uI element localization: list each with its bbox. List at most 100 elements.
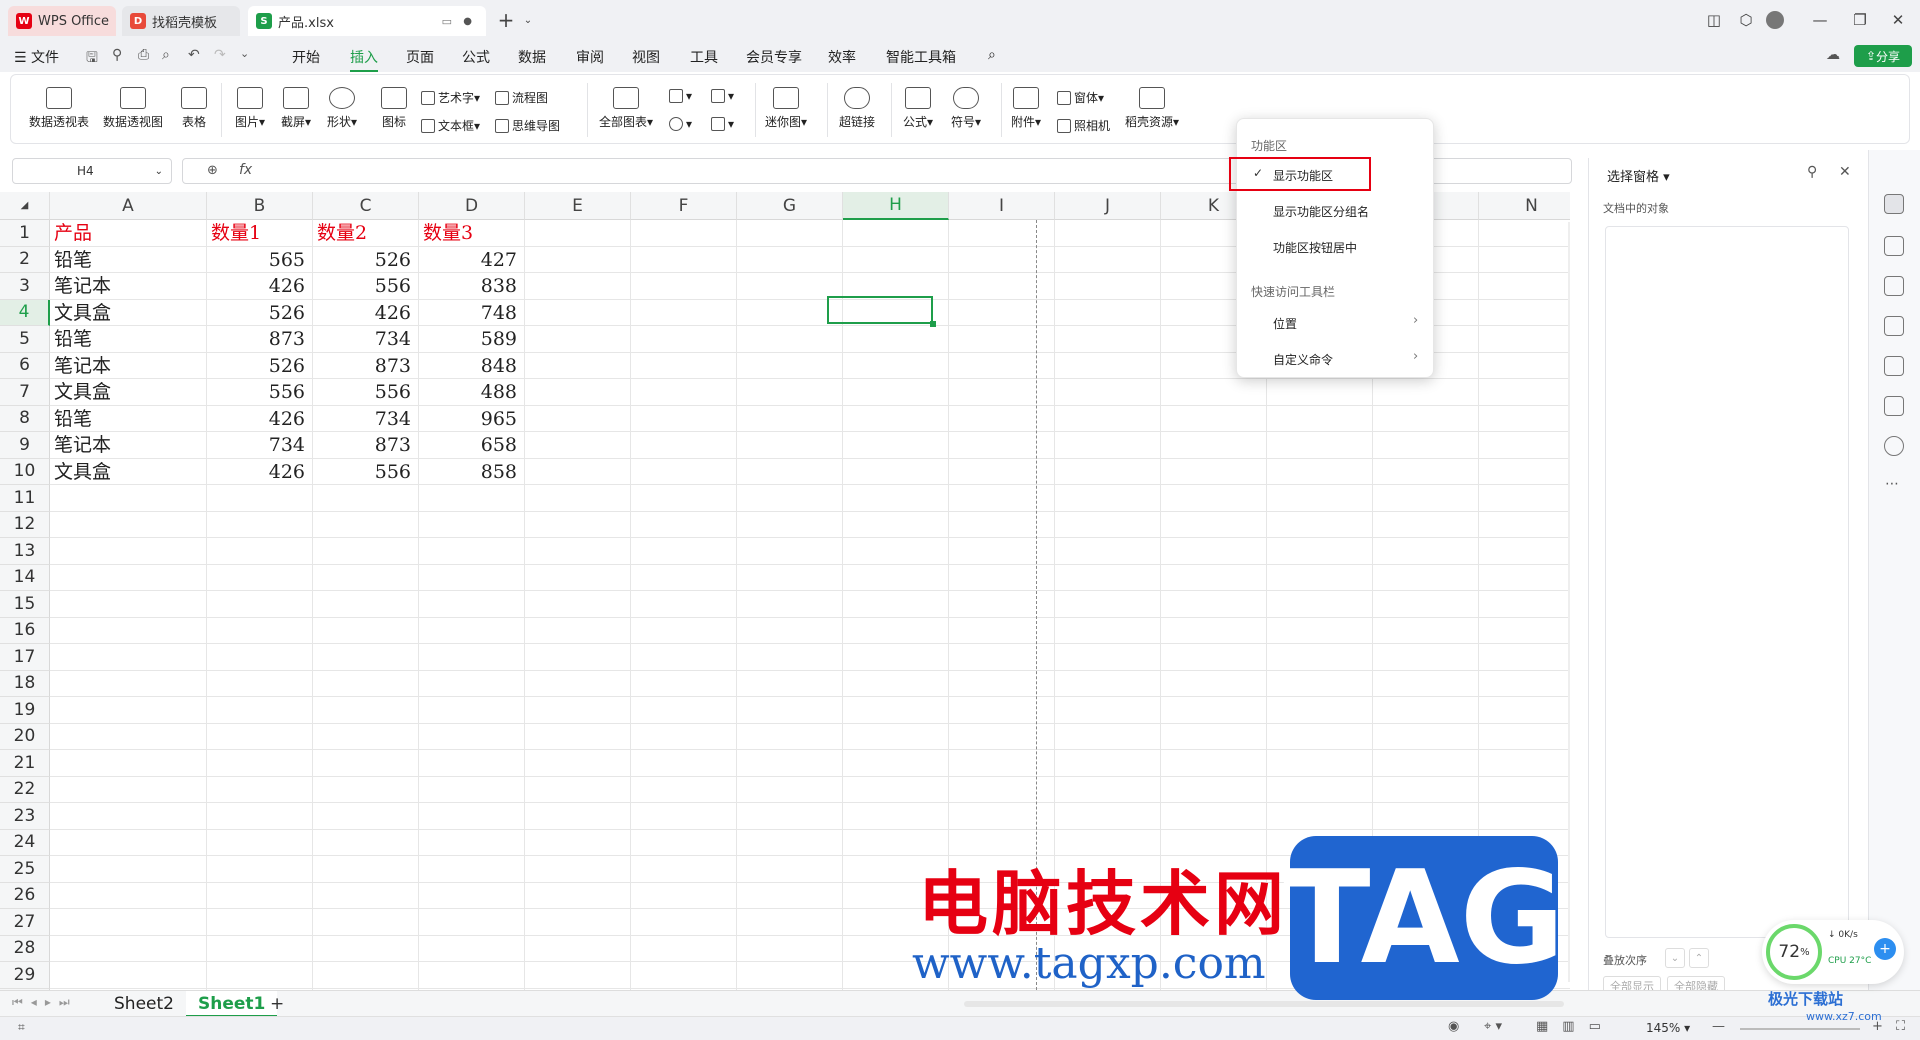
cell-b1[interactable]: 数量1 [211,220,311,246]
print-preview-icon[interactable]: ⌕ [162,47,170,63]
pane-title[interactable]: 选择窗格 ▾ [1607,166,1670,185]
row-header-27[interactable]: 27 [0,909,50,936]
row-header-14[interactable]: 14 [0,564,50,591]
pin-icon[interactable]: ⚲ [1807,164,1817,180]
row-header-22[interactable]: 22 [0,776,50,803]
row-header-12[interactable]: 12 [0,511,50,538]
cell-c2[interactable]: 526 [317,247,417,273]
scatter-chart-button[interactable]: ▾ [711,117,734,131]
table-button[interactable]: 表格 [181,87,207,130]
picture-button[interactable]: 图片▾ [235,87,265,130]
cell-d6[interactable]: 848 [423,353,523,379]
column-header-e[interactable]: E [525,192,631,220]
cell-b5[interactable]: 873 [211,326,311,352]
row-header-25[interactable]: 25 [0,856,50,883]
column-header-f[interactable]: F [631,192,737,220]
menu-review[interactable]: 审阅 [576,47,604,67]
print-icon[interactable]: ⎙ [138,47,149,63]
all-charts-button[interactable]: 全部图表▾ [599,87,653,130]
menu-formula[interactable]: 公式 [462,47,490,67]
row-header-23[interactable]: 23 [0,803,50,830]
cell-c7[interactable]: 556 [317,379,417,405]
move-up-button[interactable]: ⌃ [1689,948,1709,968]
cell-d3[interactable]: 838 [423,273,523,299]
cell-a3[interactable]: 笔记本 [54,273,205,299]
column-header-i[interactable]: I [949,192,1055,220]
row-header-28[interactable]: 28 [0,935,50,962]
row-header-5[interactable]: 5 [0,326,50,353]
search-icon[interactable]: ⌕ [988,47,996,63]
link-icon[interactable]: ⚲ [112,47,122,63]
fill-handle[interactable] [930,321,936,327]
cell-a8[interactable]: 铅笔 [54,406,205,432]
column-header-j[interactable]: J [1055,192,1161,220]
name-box[interactable]: H4 ⌄ [12,158,172,184]
menu-smart-toolbox[interactable]: 智能工具箱 [886,47,956,67]
icon-library-button[interactable]: 图标 [381,87,407,130]
sparkline-button[interactable]: 迷你图▾ [765,87,807,130]
row-header-1[interactable]: 1 [0,220,50,247]
cell-c1[interactable]: 数量2 [317,220,417,246]
fx-icon[interactable]: fx [239,162,252,178]
help-icon[interactable] [1884,436,1904,456]
cell-b6[interactable]: 526 [211,353,311,379]
chevron-down-icon[interactable]: ⌄ [155,166,163,177]
menu-insert[interactable]: 插入 [350,47,378,72]
row-header-11[interactable]: 11 [0,485,50,512]
cell-d7[interactable]: 488 [423,379,523,405]
flowchart-button[interactable]: 流程图 [495,89,548,106]
undo-icon[interactable]: ↶ [188,47,200,63]
line-chart-button[interactable]: ▾ [711,89,734,103]
vertical-scrollbar[interactable] [1568,222,1570,982]
zoom-formula-icon[interactable]: ⊕ [207,163,218,178]
cell-c9[interactable]: 873 [317,432,417,458]
menu-custom-commands[interactable]: 自定义命令 [1273,351,1333,368]
view-mode-icons[interactable]: ▦▥▭ [1536,1019,1615,1034]
menu-view[interactable]: 视图 [632,47,660,67]
sheet-tab[interactable]: Sheet2 [114,994,174,1014]
pivot-chart-button[interactable]: 数据透视图 [103,87,163,130]
cell-d10[interactable]: 858 [423,459,523,485]
cube-icon[interactable]: ⬡ [1734,8,1758,32]
objects-list[interactable] [1605,226,1849,938]
row-header-24[interactable]: 24 [0,829,50,856]
row-header-3[interactable]: 3 [0,273,50,300]
eye-protection-icon[interactable]: ◉ [1448,1019,1459,1034]
comment-icon[interactable] [1884,276,1904,296]
cell-b9[interactable]: 734 [211,432,311,458]
cell-a4[interactable]: 文具盒 [54,300,205,326]
shape-style-icon[interactable] [1884,316,1904,336]
new-tab-icon[interactable]: + [494,8,518,32]
layout-icon[interactable] [1884,396,1904,416]
row-header-19[interactable]: 19 [0,697,50,724]
row-header-4[interactable]: 4 [0,299,50,326]
menu-center-buttons[interactable]: 功能区按钮居中 [1273,239,1357,256]
cell-d9[interactable]: 658 [423,432,523,458]
cell-b10[interactable]: 426 [211,459,311,485]
row-header-16[interactable]: 16 [0,617,50,644]
row-header-15[interactable]: 15 [0,591,50,618]
pie-chart-button[interactable]: ▾ [669,117,692,131]
unsaved-dot-icon[interactable]: ● [463,16,472,27]
row-header-9[interactable]: 9 [0,432,50,459]
hyperlink-button[interactable]: 超链接 [839,87,875,130]
column-header-b[interactable]: B [207,192,313,220]
row-header-7[interactable]: 7 [0,379,50,406]
pivot-table-button[interactable]: 数据透视表 [29,87,89,130]
mindmap-button[interactable]: 思维导图 [495,117,560,134]
cell-c6[interactable]: 873 [317,353,417,379]
cell-a1[interactable]: 产品 [54,220,205,246]
cloud-icon[interactable]: ☁ [1826,47,1840,63]
sheet-tab-active[interactable]: Sheet1 [186,991,278,1017]
bar-chart-button[interactable]: ▾ [669,89,692,103]
symbol-button[interactable]: 符号▾ [951,87,981,130]
cursor-select-icon[interactable] [1884,194,1904,214]
menu-member[interactable]: 会员专享 [746,47,802,67]
column-header-a[interactable]: A [50,192,207,220]
cell-a2[interactable]: 铅笔 [54,247,205,273]
zoom-slider[interactable] [1740,1028,1860,1030]
cell-d4[interactable]: 748 [423,300,523,326]
menu-page[interactable]: 页面 [406,47,434,67]
column-header-n[interactable]: N [1479,192,1570,220]
tab-product-xlsx[interactable]: S 产品.xlsx ▭ ● [248,6,486,36]
